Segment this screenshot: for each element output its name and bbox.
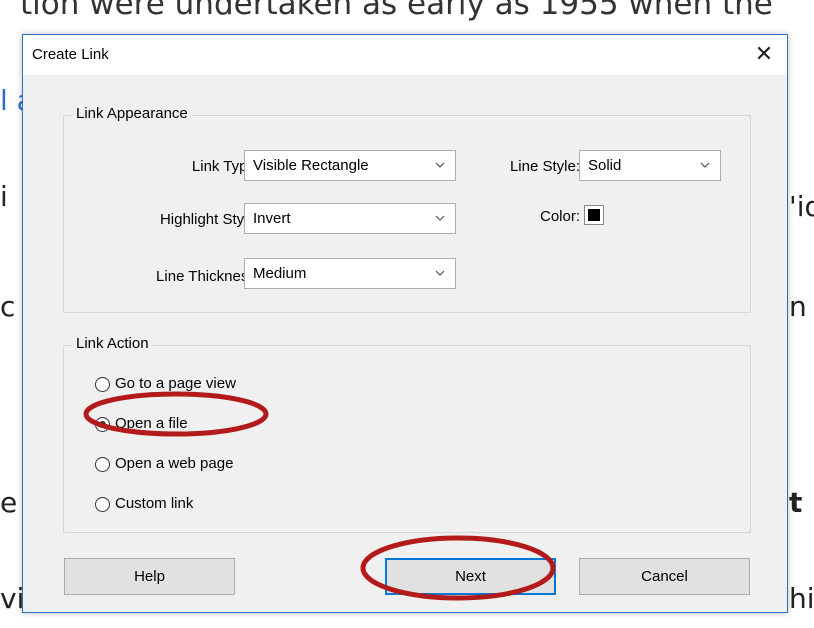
- radio-label: Open a file: [115, 415, 188, 432]
- background-fragment-left-3: c: [0, 290, 16, 323]
- background-fragment-right-3: t :: [789, 486, 814, 519]
- radio-label: Open a web page: [115, 455, 234, 472]
- background-text-top: tion were undertaken as early as 1955 wh…: [20, 0, 773, 22]
- line-style-dropdown[interactable]: Solid: [579, 150, 721, 181]
- background-fragment-right-1: 'id: [789, 190, 814, 223]
- dialog-titlebar[interactable]: Create Link ✕: [23, 35, 787, 75]
- help-button[interactable]: Help: [64, 558, 235, 595]
- close-icon: ✕: [754, 41, 774, 66]
- line-thickness-dropdown[interactable]: Medium: [244, 258, 456, 289]
- dialog-title: Create Link: [32, 46, 109, 63]
- chevron-down-icon: [435, 162, 445, 168]
- color-swatch[interactable]: [584, 205, 604, 225]
- chevron-down-icon: [435, 215, 445, 221]
- radio-button[interactable]: [95, 457, 110, 472]
- link-type-value: Visible Rectangle: [253, 157, 369, 174]
- radio-selected-dot: [99, 421, 106, 428]
- background-fragment-left-4: e: [0, 486, 18, 519]
- radio-button[interactable]: [95, 497, 110, 512]
- line-style-value: Solid: [588, 157, 622, 174]
- cancel-button[interactable]: Cancel: [579, 558, 750, 595]
- close-button[interactable]: ✕: [751, 41, 777, 67]
- link-action-legend: Link Action: [72, 335, 153, 352]
- radio-label: Go to a page view: [115, 375, 236, 392]
- radio-label: Custom link: [115, 495, 194, 512]
- highlight-style-dropdown[interactable]: Invert: [244, 203, 456, 234]
- radio-button[interactable]: [95, 417, 110, 432]
- radio-button[interactable]: [95, 377, 110, 392]
- chevron-down-icon: [700, 162, 710, 168]
- chevron-down-icon: [435, 270, 445, 276]
- background-fragment-left-2: i: [0, 180, 8, 213]
- line-style-label: Line Style:: [509, 158, 580, 175]
- background-fragment-left-5: vi: [0, 582, 25, 615]
- highlight-style-value: Invert: [253, 210, 291, 227]
- link-appearance-legend: Link Appearance: [72, 105, 192, 122]
- create-link-dialog: Create Link ✕ Link Appearance Link Type:…: [22, 34, 788, 613]
- color-swatch-fill: [588, 209, 600, 221]
- background-fragment-right-4: hic: [789, 582, 814, 615]
- background-fragment-right-2: n f: [789, 290, 814, 323]
- link-appearance-group: Link Appearance Link Type: Visible Recta…: [63, 105, 751, 313]
- link-type-dropdown[interactable]: Visible Rectangle: [244, 150, 456, 181]
- next-button[interactable]: Next: [385, 558, 556, 595]
- color-label: Color:: [539, 208, 580, 225]
- line-thickness-value: Medium: [253, 265, 307, 282]
